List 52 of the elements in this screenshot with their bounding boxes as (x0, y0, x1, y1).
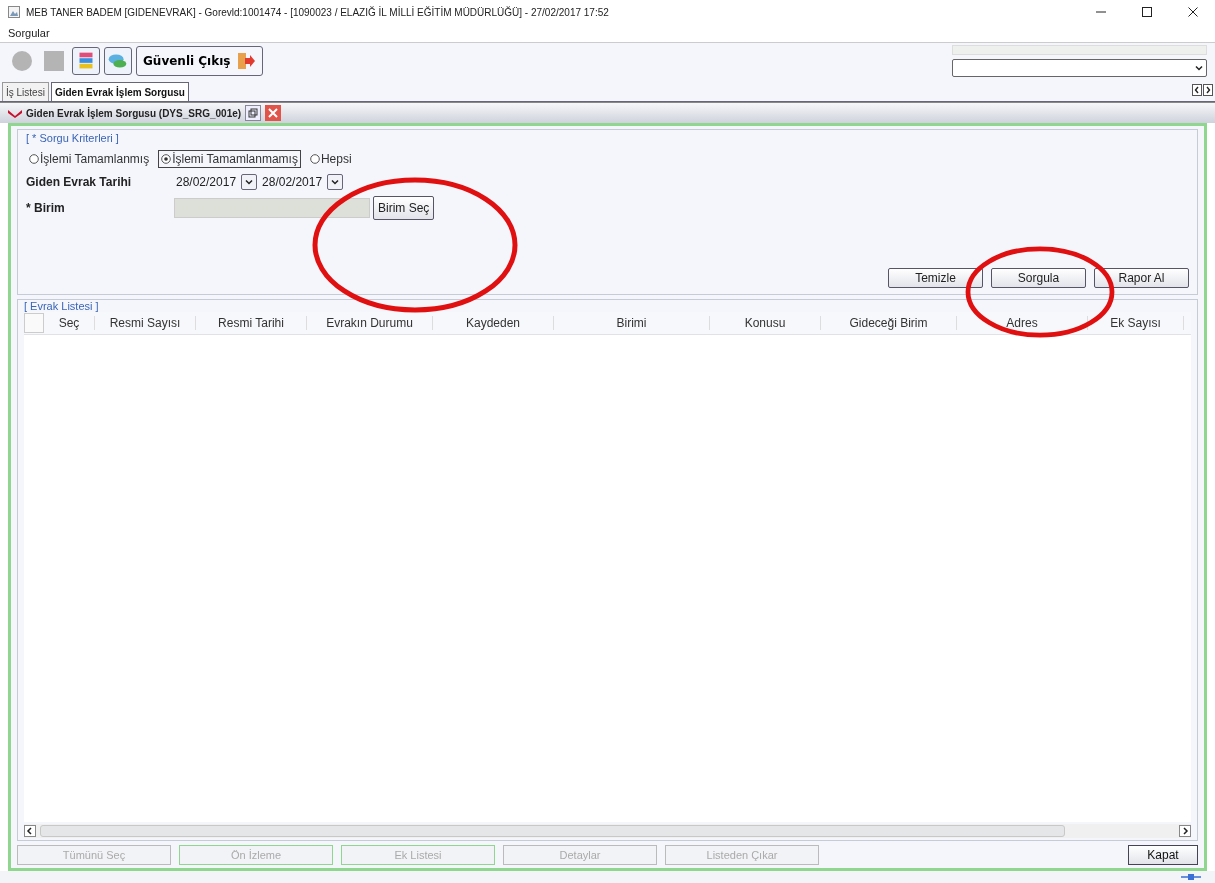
radio-option[interactable]: İşlemi Tamamlanmamış (158, 150, 301, 168)
restore-icon[interactable] (245, 105, 262, 121)
dropdown-button[interactable] (241, 174, 258, 190)
column-header[interactable]: Seç (44, 316, 95, 330)
column-header[interactable]: Birimi (554, 316, 710, 330)
chevron-right-icon[interactable] (1203, 84, 1213, 96)
select-all-checkbox[interactable] (24, 313, 44, 333)
maximize-icon[interactable] (1141, 6, 1153, 18)
date-field[interactable]: 28/02/2017 (174, 175, 239, 189)
exit-button[interactable]: Güvenli Çıkış (136, 46, 264, 76)
date-field[interactable]: 28/02/2017 (260, 175, 325, 189)
exit-door-icon (236, 51, 257, 71)
select-unit-button[interactable]: Birim Seç (373, 196, 435, 220)
chevron-logo-icon (8, 108, 22, 118)
column-header[interactable]: Ek Sayısı (1088, 316, 1184, 330)
menu-item[interactable]: Sorgular (8, 27, 50, 39)
field-label: * Birim (26, 201, 66, 215)
chevron-down-icon (331, 178, 340, 186)
chevron-left-icon[interactable] (1192, 84, 1202, 96)
group-legend: [ * Sorgu Kriterleri ] (26, 132, 1189, 144)
radio-option[interactable]: İşlemi Tamamlanmış (26, 150, 153, 168)
column-header[interactable]: Gideceği Birim (821, 316, 957, 330)
column-header[interactable]: Resmi Tarihi (196, 316, 307, 330)
dropdown[interactable] (952, 59, 1207, 77)
tab[interactable]: İş Listesi (2, 82, 49, 101)
action-button[interactable]: Sorgula (991, 268, 1086, 288)
arrow-left-icon[interactable] (24, 825, 36, 837)
column-header[interactable]: Evrakın Durumu (307, 316, 433, 330)
group-legend: [ Evrak Listesi ] (24, 300, 1197, 312)
column-header[interactable]: Konusu (710, 316, 821, 330)
scroll-thumb[interactable] (40, 825, 1065, 837)
field-label: Giden Evrak Tarihi (26, 175, 133, 189)
tab[interactable]: Giden Evrak İşlem Sorgusu (50, 82, 189, 101)
radio-option[interactable]: Hepsi (306, 150, 355, 168)
action-button[interactable]: Temizle (888, 268, 983, 288)
chevron-down-icon (245, 178, 254, 186)
action-button[interactable]: Rapor Al (1094, 268, 1189, 288)
window-title: MEB TANER BADEM [GIDENEVRAK] - Gorevld:1001474 - [1090023 / ELAZIĞ İL MİLLİ EĞİTİM MÜDÜRLÜĞÜ] - 27/02/2017 17:52 (26, 6, 609, 18)
connection-icon (1181, 872, 1201, 882)
dropdown-button[interactable] (327, 174, 344, 190)
app-icon (8, 6, 20, 18)
chevron-down-icon (1195, 64, 1203, 72)
column-header[interactable]: Kaydeden (433, 316, 554, 330)
arrow-right-icon[interactable] (1179, 825, 1191, 837)
column-header[interactable]: Adres (957, 316, 1088, 330)
chat-icon[interactable] (104, 47, 132, 75)
footer-button[interactable]: Kapat (1128, 845, 1198, 865)
column-header[interactable]: Resmi Sayısı (95, 316, 196, 330)
close-icon[interactable] (1187, 6, 1199, 18)
frame-title: Giden Evrak İşlem Sorgusu (DYS_SRG_001e) (26, 107, 242, 119)
stack-icon[interactable] (72, 47, 100, 75)
horizontal-scrollbar[interactable] (24, 824, 1191, 838)
